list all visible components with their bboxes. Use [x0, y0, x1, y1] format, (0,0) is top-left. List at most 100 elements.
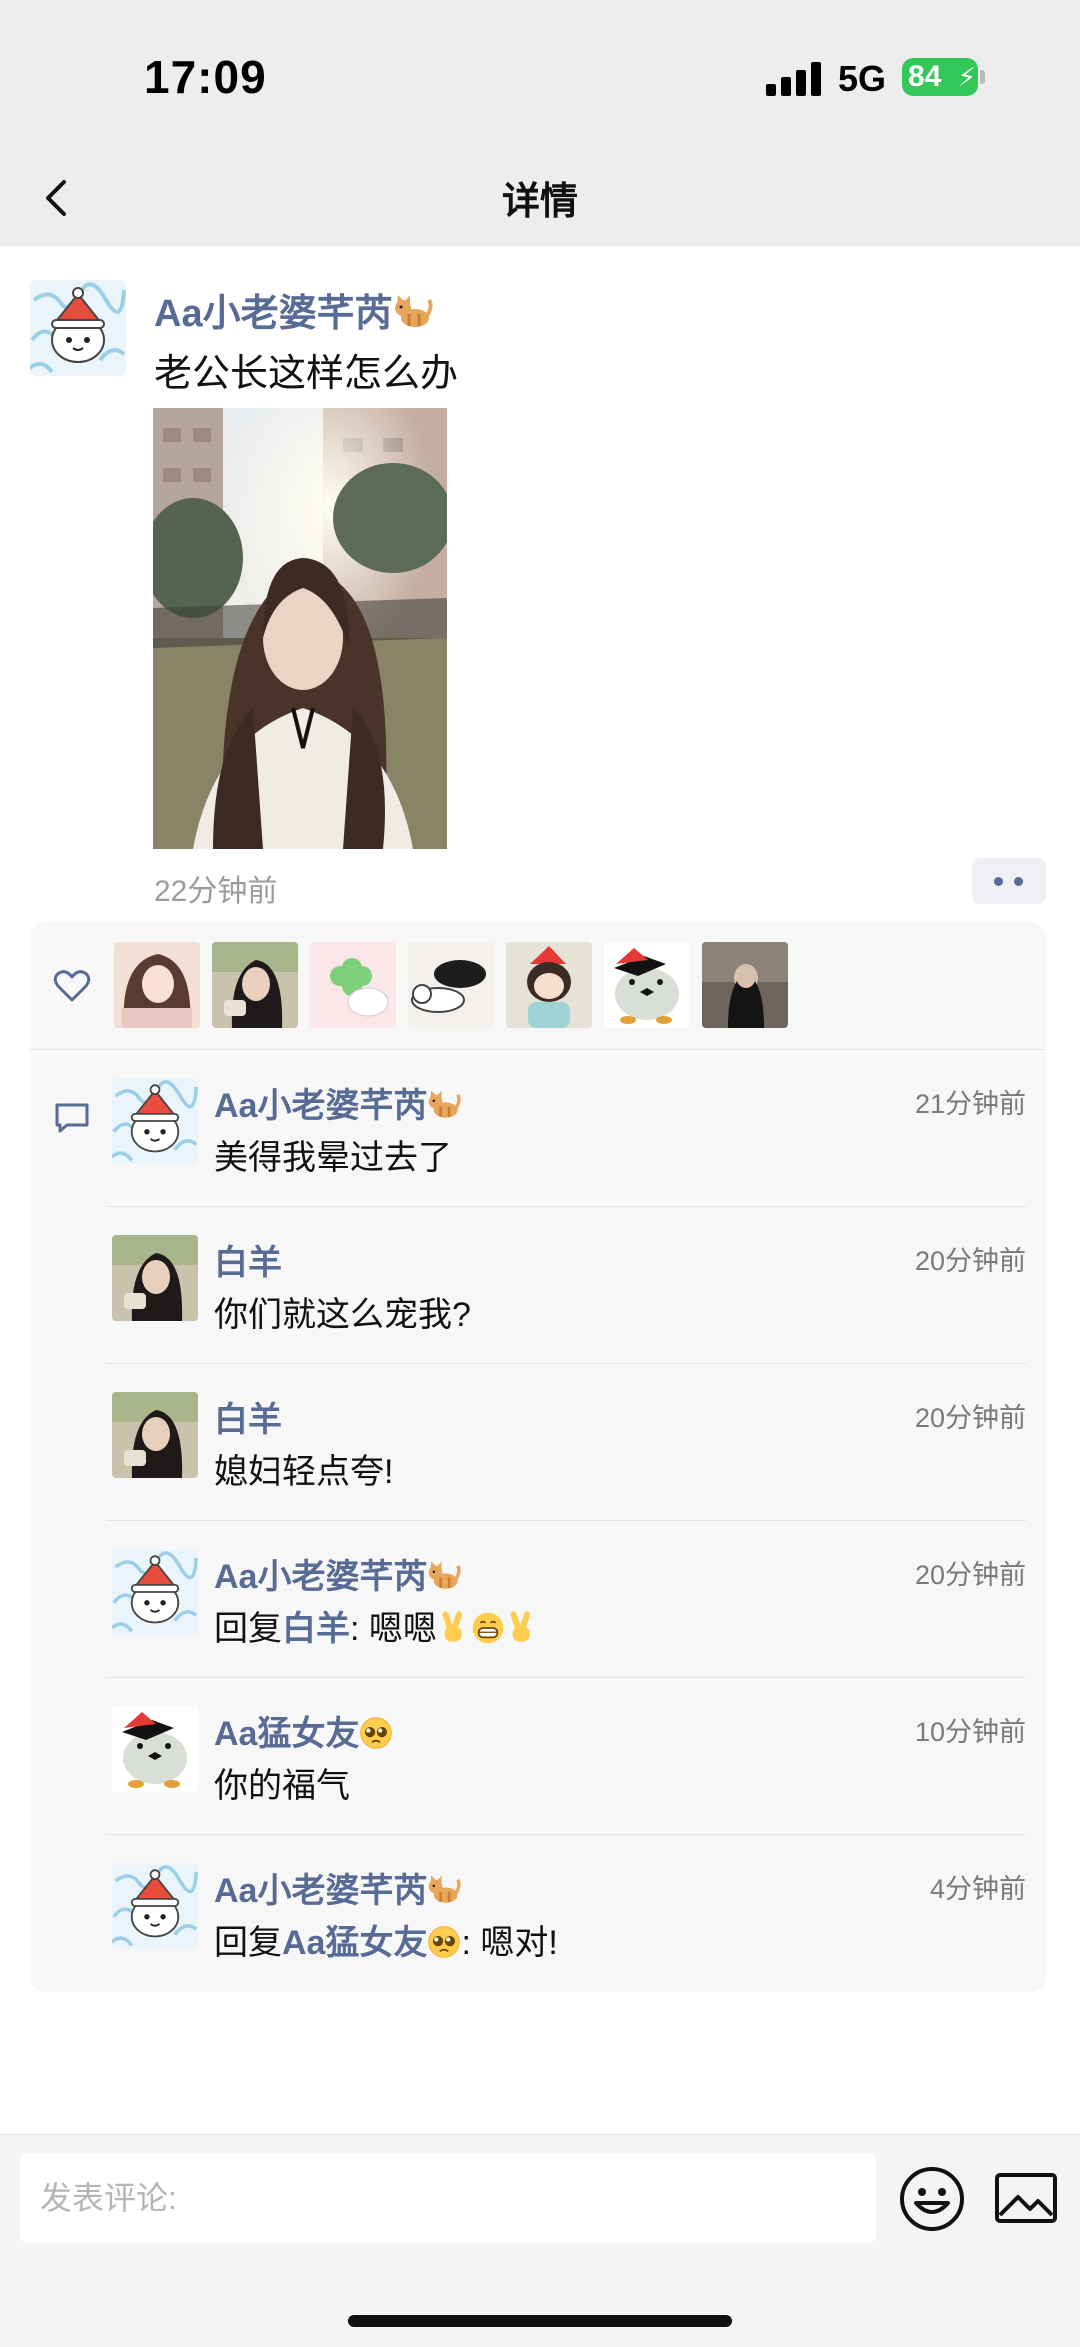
pleading-face-icon [359, 1716, 393, 1750]
image-picker-button[interactable] [994, 2169, 1058, 2229]
comment-avatar[interactable] [112, 1392, 198, 1478]
comment-item[interactable]: Aa猛女友 10分钟前 你的福气 [106, 1678, 1026, 1835]
comment-text: 回复Aa猛女友 : 嗯对! [214, 1915, 558, 1964]
reply-to-label: Aa猛女友 [282, 1924, 428, 1962]
cat-emoji-icon [393, 292, 433, 332]
heart-icon [53, 970, 91, 1002]
portrait-photo [143, 408, 453, 849]
girl-avatar-image [212, 942, 298, 1028]
post-author-avatar[interactable] [30, 280, 126, 376]
post-author-name[interactable]: Aa小老婆芊芮 [154, 282, 433, 337]
comment-avatar[interactable] [112, 1706, 198, 1792]
victory-hand-icon [437, 1611, 471, 1645]
girl-avatar-image [112, 1235, 198, 1321]
status-bar: 17:09 5G 84 ⚡ [0, 0, 1080, 150]
clover-avatar-image [310, 942, 396, 1028]
liker-avatar[interactable] [408, 942, 494, 1028]
comment-time: 21分钟前 [914, 1089, 1026, 1119]
charging-icon: ⚡ [957, 62, 976, 92]
interaction-panel: Aa小老婆芊芮 21分钟前 美得我晕过去了 白羊 20分钟前 你们就这么宠我? … [30, 922, 1046, 1992]
comment-time: 10分钟前 [914, 1717, 1026, 1747]
penguin-avatar-image [604, 942, 690, 1028]
comment-time: 20分钟前 [914, 1403, 1026, 1433]
comment-author-label: Aa小老婆芊芮 [214, 1558, 428, 1596]
liker-avatar[interactable] [702, 942, 788, 1028]
post-author-label: Aa小老婆芊芮 [154, 293, 393, 335]
more-actions-button[interactable] [972, 858, 1046, 904]
victory-hand-icon [505, 1611, 539, 1645]
girl-street-avatar-image [702, 942, 788, 1028]
liker-avatar[interactable] [310, 942, 396, 1028]
comment-text: 回复白羊: 嗯嗯 [214, 1601, 539, 1650]
reply-body: : 嗯嗯 [350, 1610, 437, 1648]
comment-avatar[interactable] [112, 1549, 198, 1635]
cat-emoji-icon [427, 1873, 461, 1907]
emoji-button[interactable] [898, 2165, 966, 2233]
comment-author[interactable]: Aa猛女友 [214, 1706, 393, 1755]
comment-text: 美得我晕过去了 [214, 1139, 452, 1177]
post-photo[interactable] [143, 408, 453, 849]
dogs-avatar-image [408, 942, 494, 1028]
network-type: 5G [838, 58, 887, 99]
cat-cartoon-avatar [112, 1078, 198, 1164]
penguin-cartoon-avatar [112, 1706, 198, 1792]
battery-icon: 84 ⚡ [902, 58, 978, 96]
smiley-face-icon [900, 2167, 964, 2231]
comment-author-label: Aa小老婆芊芮 [214, 1087, 428, 1125]
home-indicator [348, 2315, 732, 2327]
comment-text: 媳妇轻点夸! [214, 1453, 394, 1491]
comment-author[interactable]: 白羊 [214, 1392, 282, 1441]
comment-input[interactable] [20, 2153, 876, 2243]
comment-bar [0, 2134, 1080, 2347]
dot-icon [1014, 877, 1023, 886]
comment-author[interactable]: Aa小老婆芊芮 [214, 1078, 461, 1127]
pleading-face-icon [427, 1925, 461, 1959]
battery-cap [980, 70, 985, 84]
comment-text: 你们就这么宠我? [214, 1296, 471, 1334]
nav-bar: 详情 [0, 150, 1080, 246]
image-icon [995, 2173, 1057, 2223]
liker-avatar[interactable] [604, 942, 690, 1028]
girl-avatar-image [112, 1392, 198, 1478]
reply-prefix: 回复 [214, 1610, 282, 1648]
grinning-face-icon [471, 1611, 505, 1645]
reply-to-link[interactable]: Aa猛女友 [282, 1924, 461, 1962]
comment-icon [55, 1103, 89, 1133]
comment-item[interactable]: 白羊 20分钟前 媳妇轻点夸! [106, 1364, 1026, 1521]
cat-cartoon-avatar [30, 280, 126, 376]
liker-avatar[interactable] [506, 942, 592, 1028]
comment-author[interactable]: Aa小老婆芊芮 [214, 1549, 461, 1598]
dot-icon [994, 877, 1003, 886]
comment-author-label: Aa猛女友 [214, 1715, 360, 1753]
cat-emoji-icon [427, 1559, 461, 1593]
cat-cartoon-avatar [112, 1549, 198, 1635]
battery-level: 84 [908, 60, 942, 93]
comment-author-label: Aa小老婆芊芮 [214, 1872, 428, 1910]
cat-emoji-icon [427, 1088, 461, 1122]
girl-avatar-image [114, 942, 200, 1028]
post-text: 老公长这样怎么办 [154, 353, 459, 395]
comment-time: 20分钟前 [914, 1246, 1026, 1276]
reply-to-link[interactable]: 白羊 [282, 1610, 350, 1648]
liker-avatar[interactable] [114, 942, 200, 1028]
liker-avatar[interactable] [212, 942, 298, 1028]
comment-time: 4分钟前 [929, 1874, 1026, 1904]
comment-avatar[interactable] [112, 1235, 198, 1321]
comment-item[interactable]: 白羊 20分钟前 你们就这么宠我? [106, 1207, 1026, 1364]
comment-avatar[interactable] [112, 1078, 198, 1164]
signal-icon [766, 62, 822, 96]
comment-avatar[interactable] [112, 1863, 198, 1949]
cartoon-girl-avatar-image [506, 942, 592, 1028]
comment-text: 你的福气 [214, 1767, 350, 1805]
comment-author[interactable]: 白羊 [214, 1235, 282, 1284]
reply-prefix: 回复 [214, 1924, 282, 1962]
comment-item[interactable]: Aa小老婆芊芮 4分钟前 回复Aa猛女友 : 嗯对! [106, 1835, 1026, 1992]
comment-author[interactable]: Aa小老婆芊芮 [214, 1863, 461, 1912]
reply-body: : 嗯对! [461, 1924, 558, 1962]
comment-item[interactable]: Aa小老婆芊芮 20分钟前 回复白羊: 嗯嗯 [106, 1521, 1026, 1678]
comment-time: 20分钟前 [914, 1560, 1026, 1590]
cat-cartoon-avatar [112, 1863, 198, 1949]
post-time: 22分钟前 [154, 875, 278, 908]
comment-item[interactable]: Aa小老婆芊芮 21分钟前 美得我晕过去了 [106, 1050, 1026, 1207]
like-row [30, 922, 1046, 1050]
